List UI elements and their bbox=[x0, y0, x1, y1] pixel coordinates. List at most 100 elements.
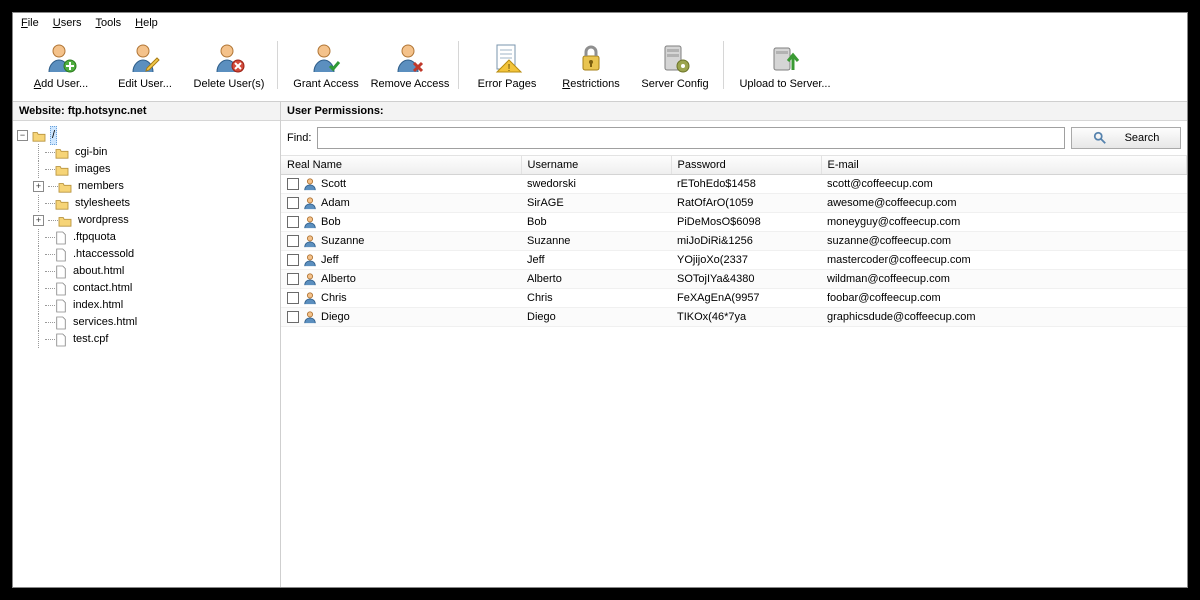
cell-username: Alberto bbox=[521, 270, 671, 289]
cell-password: YOjijoXo(2337 bbox=[671, 251, 821, 270]
col-username[interactable]: Username bbox=[521, 156, 671, 175]
file-icon bbox=[55, 299, 67, 313]
table-row[interactable]: ChrisChrisFeXAgEnA(9957foobar@coffeecup.… bbox=[281, 289, 1187, 308]
menubar: File Users Tools Help bbox=[13, 13, 1187, 33]
cell-username: Bob bbox=[521, 213, 671, 232]
cell-password: PiDeMosO$6098 bbox=[671, 213, 821, 232]
cell-email: scott@coffeecup.com bbox=[821, 175, 1187, 194]
row-checkbox[interactable] bbox=[287, 197, 299, 209]
cell-real-name: Diego bbox=[321, 311, 350, 323]
directory-tree[interactable]: − / cgi-bin images + members bbox=[13, 121, 280, 587]
menu-file[interactable]: File bbox=[21, 17, 39, 29]
upload-button[interactable]: Upload to Server... bbox=[730, 37, 840, 93]
table-row[interactable]: ScottswedorskirETohEdo$1458scott@coffeec… bbox=[281, 175, 1187, 194]
tree-folder-stylesheets[interactable]: stylesheets bbox=[17, 195, 276, 212]
users-table: Real Name Username Password E-mail Scott… bbox=[281, 156, 1187, 327]
toolbar: Add User... Edit User... bbox=[13, 33, 1187, 102]
row-checkbox[interactable] bbox=[287, 311, 299, 323]
tree-folder-cgi-bin[interactable]: cgi-bin bbox=[17, 144, 276, 161]
find-input[interactable] bbox=[317, 127, 1065, 149]
delete-users-button[interactable]: Delete User(s) bbox=[187, 37, 271, 93]
tree-file-test[interactable]: test.cpf bbox=[17, 331, 276, 348]
row-checkbox[interactable] bbox=[287, 216, 299, 228]
expand-icon[interactable]: + bbox=[33, 215, 44, 226]
collapse-icon[interactable]: − bbox=[17, 130, 28, 141]
user-add-icon bbox=[45, 42, 77, 74]
user-remove-icon bbox=[394, 42, 426, 74]
server-config-button[interactable]: Server Config bbox=[633, 37, 717, 93]
row-checkbox[interactable] bbox=[287, 235, 299, 247]
table-row[interactable]: SuzanneSuzannemiJoDiRi&1256suzanne@coffe… bbox=[281, 232, 1187, 251]
user-grant-icon bbox=[310, 42, 342, 74]
folder-icon bbox=[58, 215, 72, 227]
tree-folder-wordpress[interactable]: + wordpress bbox=[17, 212, 276, 229]
tree-file-htaccessold[interactable]: .htaccessold bbox=[17, 246, 276, 263]
cell-real-name: Jeff bbox=[321, 254, 339, 266]
remove-access-button[interactable]: Remove Access bbox=[368, 37, 452, 93]
tree-file-services[interactable]: services.html bbox=[17, 314, 276, 331]
menu-tools[interactable]: Tools bbox=[95, 17, 121, 29]
cell-password: FeXAgEnA(9957 bbox=[671, 289, 821, 308]
user-edit-icon bbox=[129, 42, 161, 74]
permissions-header: User Permissions: bbox=[281, 102, 1187, 121]
cell-real-name: Bob bbox=[321, 216, 341, 228]
file-icon bbox=[55, 333, 67, 347]
row-checkbox[interactable] bbox=[287, 292, 299, 304]
cell-password: rETohEdo$1458 bbox=[671, 175, 821, 194]
website-header: Website: ftp.hotsync.net bbox=[13, 102, 280, 121]
tree-file-about[interactable]: about.html bbox=[17, 263, 276, 280]
cell-email: foobar@coffeecup.com bbox=[821, 289, 1187, 308]
table-row[interactable]: AdamSirAGERatOfArO(1059awesome@coffeecup… bbox=[281, 194, 1187, 213]
grant-access-button[interactable]: Grant Access bbox=[284, 37, 368, 93]
table-row[interactable]: AlbertoAlbertoSOTojIYa&4380wildman@coffe… bbox=[281, 270, 1187, 289]
table-row[interactable]: DiegoDiegoTIKOx(46*7yagraphicsdude@coffe… bbox=[281, 308, 1187, 327]
cell-username: Jeff bbox=[521, 251, 671, 270]
cell-real-name: Alberto bbox=[321, 273, 356, 285]
error-pages-button[interactable]: ! Error Pages bbox=[465, 37, 549, 93]
tree-file-ftpquota[interactable]: .ftpquota bbox=[17, 229, 276, 246]
cell-password: miJoDiRi&1256 bbox=[671, 232, 821, 251]
col-email[interactable]: E-mail bbox=[821, 156, 1187, 175]
row-checkbox[interactable] bbox=[287, 254, 299, 266]
col-real-name[interactable]: Real Name bbox=[281, 156, 521, 175]
tree-file-contact[interactable]: contact.html bbox=[17, 280, 276, 297]
server-config-icon bbox=[659, 42, 691, 74]
folder-icon bbox=[58, 181, 72, 193]
find-label: Find: bbox=[287, 132, 311, 144]
folder-icon bbox=[55, 164, 69, 176]
tree-folder-images[interactable]: images bbox=[17, 161, 276, 178]
user-delete-icon bbox=[213, 42, 245, 74]
file-icon bbox=[55, 316, 67, 330]
cell-password: RatOfArO(1059 bbox=[671, 194, 821, 213]
svg-text:!: ! bbox=[508, 63, 511, 74]
menu-users[interactable]: Users bbox=[53, 17, 82, 29]
cell-username: Suzanne bbox=[521, 232, 671, 251]
search-button[interactable]: Search bbox=[1071, 127, 1181, 149]
tree-file-index[interactable]: index.html bbox=[17, 297, 276, 314]
cell-email: graphicsdude@coffeecup.com bbox=[821, 308, 1187, 327]
cell-username: swedorski bbox=[521, 175, 671, 194]
col-password[interactable]: Password bbox=[671, 156, 821, 175]
row-checkbox[interactable] bbox=[287, 273, 299, 285]
cell-username: Chris bbox=[521, 289, 671, 308]
file-icon bbox=[55, 231, 67, 245]
expand-icon[interactable]: + bbox=[33, 181, 44, 192]
error-pages-icon: ! bbox=[491, 42, 523, 74]
add-user-button[interactable]: Add User... bbox=[19, 37, 103, 93]
main-window: File Users Tools Help Add User... bbox=[12, 12, 1188, 588]
tree-root[interactable]: − / bbox=[17, 127, 276, 144]
tree-folder-members[interactable]: + members bbox=[17, 178, 276, 195]
left-pane: Website: ftp.hotsync.net − / cgi-bin ima… bbox=[13, 102, 281, 587]
lock-icon bbox=[575, 42, 607, 74]
cell-password: SOTojIYa&4380 bbox=[671, 270, 821, 289]
edit-user-button[interactable]: Edit User... bbox=[103, 37, 187, 93]
cell-real-name: Adam bbox=[321, 197, 350, 209]
row-checkbox[interactable] bbox=[287, 178, 299, 190]
folder-open-icon bbox=[32, 130, 46, 142]
table-row[interactable]: JeffJeffYOjijoXo(2337mastercoder@coffeec… bbox=[281, 251, 1187, 270]
table-row[interactable]: BobBobPiDeMosO$6098moneyguy@coffeecup.co… bbox=[281, 213, 1187, 232]
menu-help[interactable]: Help bbox=[135, 17, 158, 29]
restrictions-button[interactable]: Restrictions bbox=[549, 37, 633, 93]
cell-real-name: Suzanne bbox=[321, 235, 364, 247]
file-icon bbox=[55, 248, 67, 262]
